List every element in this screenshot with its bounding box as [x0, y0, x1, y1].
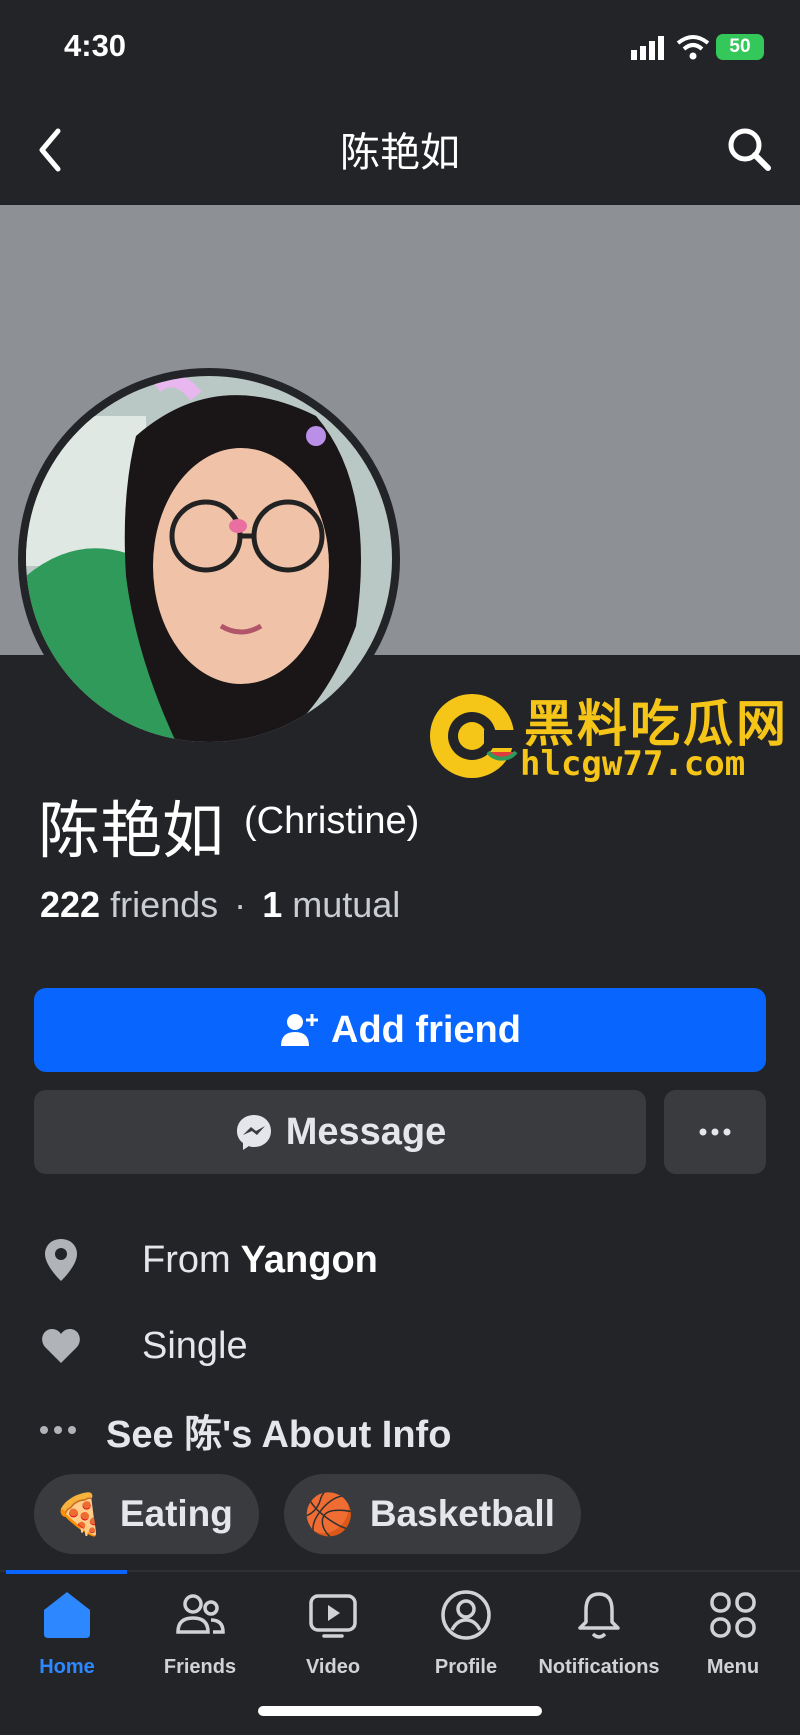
active-tab-indicator — [6, 1570, 127, 1574]
search-icon[interactable] — [726, 126, 772, 172]
add-friend-button[interactable]: Add friend — [34, 988, 766, 1072]
tab-home[interactable]: Home — [0, 1588, 134, 1679]
profile-alternate-name: (Christine) — [244, 800, 420, 842]
hometown-row: From Yangon — [40, 1230, 378, 1290]
profile-name: 陈艳如 — [38, 797, 225, 866]
tab-label: Profile — [434, 1656, 498, 1678]
tab-notifications[interactable]: Notifications — [532, 1588, 666, 1679]
friends-icon — [176, 1594, 225, 1634]
profile-photo-image — [26, 376, 392, 742]
see-about-info-label: See 陈's About Info — [106, 1413, 452, 1456]
page-title: 陈艳如 — [340, 131, 460, 175]
tab-video[interactable]: Video — [266, 1588, 400, 1679]
add-friend-icon — [281, 1014, 318, 1046]
add-friend-label: Add friend — [331, 1008, 521, 1051]
mutual-label: mutual — [292, 884, 401, 925]
profile-picture[interactable] — [18, 368, 400, 750]
tab-label: Notifications — [538, 1656, 660, 1678]
friends-label: friends — [110, 884, 219, 925]
video-icon — [309, 1594, 357, 1638]
bell-icon — [578, 1592, 620, 1639]
heart-icon — [42, 1329, 80, 1363]
hobby-label: Eating — [119, 1493, 233, 1534]
friends-count: 222 — [40, 884, 101, 925]
more-options-button[interactable] — [664, 1090, 766, 1174]
home-icon — [44, 1592, 90, 1638]
tab-friends[interactable]: Friends — [133, 1588, 267, 1679]
relationship-status: Single — [142, 1324, 248, 1367]
tab-label: Menu — [706, 1656, 760, 1678]
location-pin-icon — [45, 1239, 77, 1281]
menu-grid-icon — [710, 1592, 756, 1638]
mutual-count: 1 — [262, 884, 283, 925]
watermark-logo — [430, 694, 518, 778]
home-indicator[interactable] — [258, 1706, 542, 1716]
separator: · — [234, 884, 247, 925]
wifi-icon — [676, 35, 710, 60]
basketball-icon: 🏀 — [304, 1492, 354, 1537]
cellular-signal-icon — [631, 36, 664, 60]
hometown-city[interactable]: Yangon — [241, 1239, 378, 1282]
relationship-row: Single — [40, 1316, 248, 1376]
ellipsis-icon — [40, 1426, 76, 1434]
tab-label: Friends — [163, 1656, 237, 1678]
tab-label: Home — [39, 1656, 95, 1678]
watermark-url: hlcgw77.com — [520, 744, 746, 784]
friends-summary[interactable]: 222 friends · 1 mutual — [40, 884, 400, 926]
message-button[interactable]: Message — [34, 1090, 646, 1174]
status-time: 4:30 — [64, 28, 127, 63]
pizza-icon: 🍕 — [54, 1492, 104, 1537]
hobby-chip-basketball[interactable]: 🏀 Basketball — [284, 1474, 581, 1554]
tab-menu[interactable]: Menu — [666, 1588, 800, 1679]
message-label: Message — [285, 1110, 447, 1153]
tab-profile[interactable]: Profile — [399, 1588, 533, 1679]
hobby-chip-eating[interactable]: 🍕 Eating — [34, 1474, 259, 1554]
see-about-info-row[interactable]: See 陈's About Info — [40, 1400, 451, 1460]
profile-icon — [441, 1590, 491, 1640]
hobby-label: Basketball — [369, 1493, 555, 1534]
hometown-prefix: From — [142, 1238, 231, 1281]
more-dots-icon — [699, 1128, 731, 1136]
battery-indicator: 50 — [716, 34, 764, 60]
tab-label: Video — [305, 1656, 361, 1678]
messenger-icon — [236, 1115, 271, 1150]
